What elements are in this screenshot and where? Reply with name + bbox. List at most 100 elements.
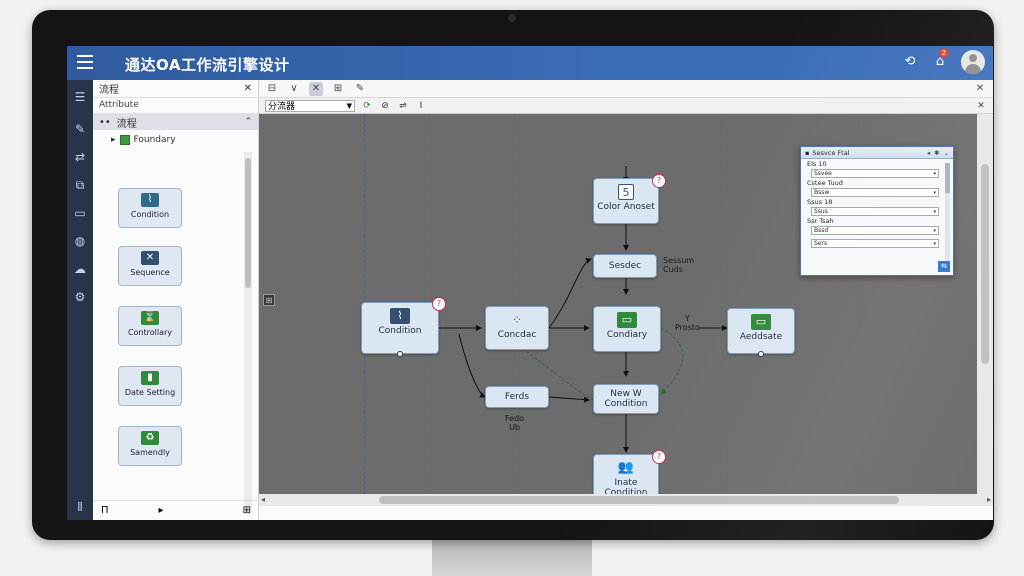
palette-item-date-setting[interactable]: ▮ Date Setting	[118, 366, 182, 406]
mode-select[interactable]: 分流器 ▼	[265, 99, 355, 112]
palette-group-label: 流程	[116, 118, 137, 130]
help-badge[interactable]: ?	[652, 450, 666, 464]
swap-icon[interactable]: ⇌	[397, 100, 409, 112]
list-icon[interactable]: ☰	[71, 88, 89, 106]
palette-group-header[interactable]: •• 流程 ⌃	[93, 114, 258, 130]
field-label: Ssr Tsah	[807, 217, 834, 225]
pin-icon[interactable]: ◂	[927, 149, 930, 157]
palette-search[interactable]: Attribute	[93, 98, 258, 114]
canvas-vertical-scrollbar[interactable]	[977, 114, 993, 494]
node-label: Aeddsate	[739, 332, 783, 342]
help-badge[interactable]: ?	[432, 297, 446, 311]
palette-item-sequence[interactable]: ✕ Sequence	[118, 246, 182, 286]
palette-item-samendly[interactable]: ♻ Samendly	[118, 426, 182, 466]
collapse-icon[interactable]: ⊟	[265, 82, 279, 96]
block-icon[interactable]: ⊘	[379, 100, 391, 112]
palette-item-label: Sequence	[130, 268, 170, 277]
palette-item-condition[interactable]: ⌇ Condition	[118, 188, 182, 228]
field-input[interactable]: Bssw ▾	[811, 188, 939, 197]
node-color-anoset[interactable]: 5 Color Anoset	[593, 178, 659, 224]
window-icon: ▭	[751, 314, 771, 330]
scroll-thumb[interactable]	[379, 496, 899, 504]
mode-select-value: 分流器	[268, 102, 296, 112]
pen-icon[interactable]: ✎	[71, 120, 89, 138]
settings-icon[interactable]: ⚙	[71, 288, 89, 306]
chart-icon: ⌇	[141, 193, 159, 207]
footer-left-icon[interactable]: Π	[101, 505, 109, 516]
palette-item-controllary[interactable]: ⌛ Controllary	[118, 306, 182, 346]
palette-scrollbar[interactable]	[244, 152, 252, 512]
field-input[interactable]: Ssvee ▾	[811, 169, 939, 178]
palette-header: 流程 ✕	[93, 80, 258, 98]
scroll-right-icon[interactable]: ▸	[987, 494, 991, 506]
node-condiary[interactable]: ▭ Condiary	[593, 306, 661, 352]
hamburger-menu-icon[interactable]	[77, 55, 93, 69]
hourglass-icon: ⌛	[141, 311, 159, 325]
edit-icon[interactable]: ✎	[353, 82, 367, 96]
edge-caption: Y Prosto	[675, 314, 700, 332]
play-icon[interactable]: ▸	[159, 505, 164, 516]
pan-handle-icon[interactable]: ⊞	[263, 294, 275, 306]
bookmark-icon: ▮	[141, 371, 159, 385]
palette-title: 流程	[99, 85, 119, 96]
apply-button[interactable]: ⇆	[938, 261, 950, 272]
flow-icon[interactable]: ⇄	[71, 148, 89, 166]
component-palette: 流程 ✕ Attribute •• 流程 ⌃ ▸ Foundary ⌇ Cond…	[93, 80, 259, 520]
chevron-down-icon: ▼	[346, 101, 352, 110]
canvas-horizontal-scrollbar[interactable]: ◂ ▸	[259, 494, 993, 506]
node-new-w-condition[interactable]: New W Condition	[593, 384, 659, 414]
title-bar: 通达OA工作流引擎设计 ⟲ ⌂ 2	[67, 46, 993, 80]
folder-square-icon	[119, 135, 130, 145]
palette-item-label: Samendly	[130, 448, 170, 457]
properties-scrollbar[interactable]	[945, 163, 950, 263]
copy-icon[interactable]: ⧉	[71, 176, 89, 194]
field-input[interactable]: Ssus ▾	[811, 207, 939, 216]
node-aeddsate[interactable]: ▭ Aeddsate	[727, 308, 795, 357]
rotate-icon[interactable]: ⟳	[361, 100, 373, 112]
grid-icon[interactable]: ⦀	[71, 498, 89, 516]
connector-pin[interactable]	[758, 351, 764, 357]
recycle-icon: ♻	[141, 431, 159, 445]
close-icon[interactable]: ✕	[244, 83, 252, 94]
help-badge[interactable]: ?	[652, 174, 666, 188]
node-label: Condition	[378, 326, 422, 336]
status-strip	[259, 506, 993, 520]
grid-add-icon[interactable]: ⊞	[331, 82, 345, 96]
node-label: Condiary	[606, 330, 648, 340]
user-avatar[interactable]	[961, 50, 985, 74]
scroll-thumb[interactable]	[981, 164, 989, 364]
field-input[interactable]: Sers ▾	[811, 239, 939, 248]
settings-icon[interactable]: ✱	[934, 149, 939, 157]
node-ferds[interactable]: Ferds	[485, 386, 549, 408]
refresh-icon[interactable]: ⟲	[901, 53, 919, 71]
delete-icon[interactable]: ✕	[309, 81, 323, 96]
toolbar-secondary: 分流器 ▼ ⟳ ⊘ ⇌ I ✕	[259, 98, 993, 114]
field-label: Ssus 18	[807, 198, 833, 206]
footer-right-icon[interactable]: ⊞	[243, 505, 251, 516]
chevron-down-icon[interactable]: ∨	[287, 82, 301, 96]
globe-icon[interactable]: ◍	[71, 232, 89, 250]
text-cursor-icon[interactable]: I	[415, 100, 427, 112]
scroll-left-icon[interactable]: ◂	[261, 494, 265, 506]
node-condition[interactable]: ⌇ Condition	[361, 302, 439, 357]
tree-item-label: Foundary	[133, 135, 176, 145]
close-icon[interactable]: ✕	[975, 100, 987, 112]
left-icon-rail: ☰ ✎ ⇄ ⧉ ▭ ◍ ☁ ⚙ ⦀	[67, 80, 93, 520]
palette-item-label: Controllary	[127, 328, 173, 337]
node-concdac[interactable]: ⁘ Concdac	[485, 306, 549, 350]
node-label: Ferds	[504, 392, 530, 402]
collapse-icon[interactable]: ⌄	[944, 149, 949, 157]
palette-footer: Π ▸ ⊞	[93, 500, 259, 520]
node-inate-condition[interactable]: 👥 Inate Condition	[593, 454, 659, 494]
monitor-bezel: 通达OA工作流引擎设计 ⟲ ⌂ 2 ☰ ✎ ⇄ ⧉ ▭ ◍ ☁ ⚙ ⦀ 流程 ✕	[32, 10, 994, 540]
folder-icon[interactable]: ▭	[71, 204, 89, 222]
document-icon: 5	[618, 184, 634, 200]
connector-pin[interactable]	[397, 351, 403, 357]
cloud-icon[interactable]: ☁	[71, 260, 89, 278]
field-input[interactable]: Bssd ▾	[811, 226, 939, 235]
tree-item[interactable]: ▸ Foundary	[93, 132, 258, 148]
close-icon[interactable]: ✕	[973, 82, 987, 96]
node-sesdec[interactable]: Sesdec	[593, 254, 657, 278]
panel-icon: ▪	[805, 148, 810, 157]
palette-item-label: Date Setting	[124, 388, 176, 397]
